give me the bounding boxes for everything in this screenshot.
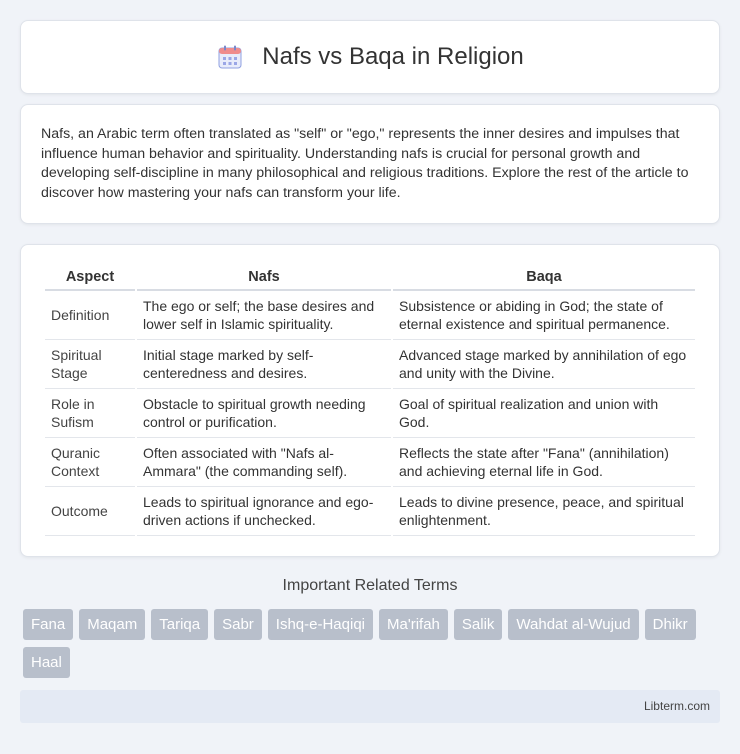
footer-site-link[interactable]: Libterm.com: [644, 699, 710, 713]
baqa-cell: Advanced stage marked by annihilation of…: [393, 340, 695, 389]
tag-tariqa[interactable]: Tariqa: [151, 609, 209, 640]
header-card: Nafs vs Baqa in Religion: [20, 20, 720, 94]
baqa-cell: Reflects the state after "Fana" (annihil…: [393, 438, 695, 487]
tag-maqam[interactable]: Maqam: [79, 609, 146, 640]
table-row: Definition The ego or self; the base des…: [45, 291, 695, 340]
nafs-cell: Obstacle to spiritual growth needing con…: [137, 389, 391, 438]
tag-marifah[interactable]: Ma'rifah: [379, 609, 448, 640]
column-header-aspect: Aspect: [45, 265, 135, 291]
baqa-cell: Leads to divine presence, peace, and spi…: [393, 487, 695, 536]
nafs-cell: The ego or self; the base desires and lo…: [137, 291, 391, 340]
intro-text: Nafs, an Arabic term often translated as…: [41, 126, 689, 201]
related-terms-title: Important Related Terms: [282, 577, 458, 594]
aspect-cell: Quranic Context: [45, 438, 135, 487]
tag-ishq-e-haqiqi[interactable]: Ishq-e-Haqiqi: [267, 609, 373, 640]
table-row: Outcome Leads to spiritual ignorance and…: [45, 487, 695, 536]
page-title: Nafs vs Baqa in Religion: [262, 43, 524, 70]
table-row: Quranic Context Often associated with "N…: [45, 438, 695, 487]
column-header-nafs: Nafs: [137, 265, 391, 291]
tag-fana[interactable]: Fana: [23, 609, 74, 640]
aspect-cell: Role in Sufism: [45, 389, 135, 438]
calendar-icon: [216, 43, 244, 71]
baqa-cell: Goal of spiritual realization and union …: [393, 389, 695, 438]
baqa-cell: Subsistence or abiding in God; the state…: [393, 291, 695, 340]
comparison-table: Aspect Nafs Baqa Definition The ego or s…: [43, 265, 697, 536]
aspect-cell: Definition: [45, 291, 135, 340]
table-row: Spiritual Stage Initial stage marked by …: [45, 340, 695, 389]
nafs-cell: Leads to spiritual ignorance and ego-dri…: [137, 487, 391, 536]
table-row: Role in Sufism Obstacle to spiritual gro…: [45, 389, 695, 438]
tag-sabr[interactable]: Sabr: [214, 609, 262, 640]
nafs-cell: Initial stage marked by self-centerednes…: [137, 340, 391, 389]
intro-card: Nafs, an Arabic term often translated as…: [20, 104, 720, 224]
related-terms-list: Fana Maqam Tariqa Sabr Ishq-e-Haqiqi Ma'…: [23, 609, 723, 678]
nafs-cell: Often associated with "Nafs al-Ammara" (…: [137, 438, 391, 487]
table-header-row: Aspect Nafs Baqa: [45, 265, 695, 291]
column-header-baqa: Baqa: [393, 265, 695, 291]
footer: Libterm.com: [20, 690, 720, 723]
tag-salik[interactable]: Salik: [453, 609, 503, 640]
aspect-cell: Spiritual Stage: [45, 340, 135, 389]
tag-wahdat-al-wujud[interactable]: Wahdat al-Wujud: [508, 609, 639, 640]
tag-dhikr[interactable]: Dhikr: [644, 609, 696, 640]
comparison-table-card: Aspect Nafs Baqa Definition The ego or s…: [20, 244, 720, 557]
tag-haal[interactable]: Haal: [23, 647, 70, 678]
aspect-cell: Outcome: [45, 487, 135, 536]
